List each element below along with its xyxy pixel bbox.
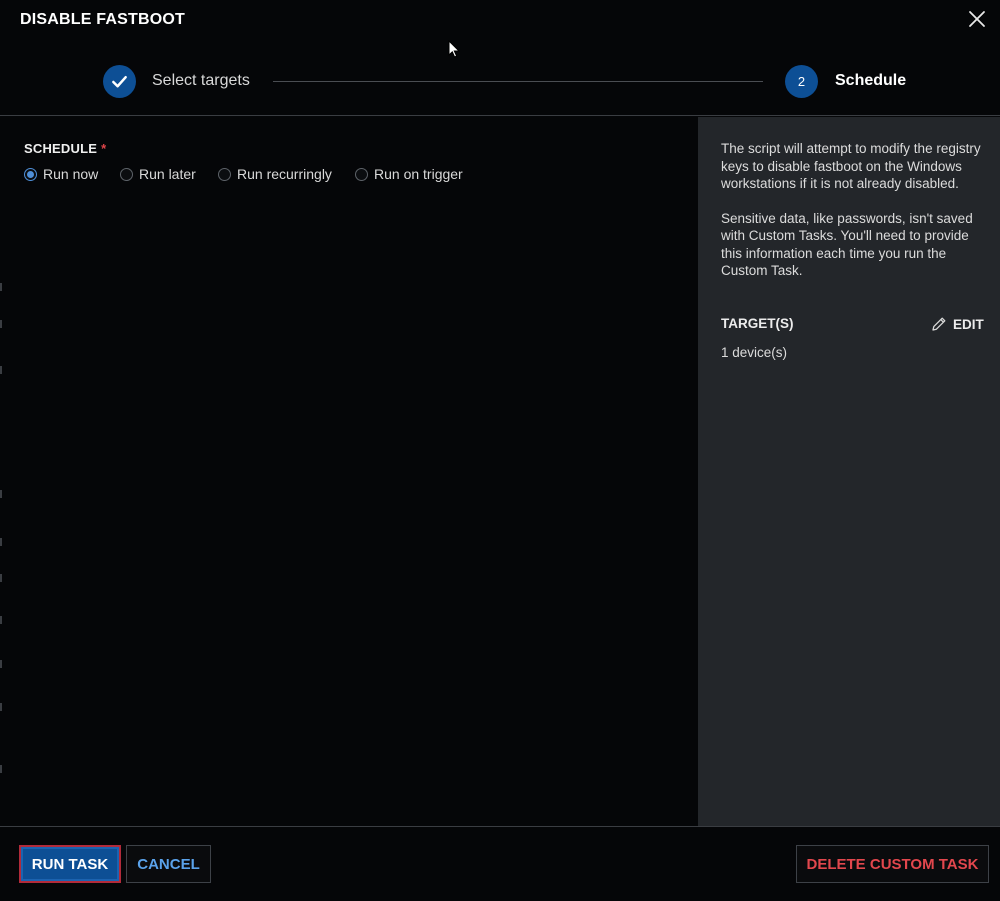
targets-count: 1 device(s) [721,345,788,360]
sensitive-data-note: Sensitive data, like passwords, isn't sa… [721,210,973,279]
pencil-icon [932,317,946,331]
task-info-panel: The script will attempt to modify the re… [698,117,1000,826]
run-task-button[interactable]: RUN TASK [19,845,121,883]
radio-button-checked[interactable] [24,167,37,181]
checkmark-icon [112,75,127,88]
radio-button[interactable] [120,167,133,181]
targets-heading: TARGET(S) [721,316,794,331]
close-button[interactable] [964,6,990,32]
dialog-title: DISABLE FASTBOOT [20,11,185,28]
radio-run-on-trigger-label[interactable]: Run on trigger [374,166,463,182]
edit-label[interactable]: EDIT [953,317,984,332]
edge-artifact [0,574,2,582]
radio-button[interactable] [218,167,231,181]
radio-run-recurringly[interactable]: Run recurringly [218,165,332,183]
edge-artifact [0,283,2,291]
required-marker: * [101,141,107,156]
task-description-block: The script will attempt to modify the re… [721,140,991,297]
radio-run-now[interactable]: Run now [24,165,98,183]
step-1-label[interactable]: Select targets [152,72,250,90]
step-2-indicator: 2 [785,65,818,98]
schedule-heading-text: SCHEDULE [24,141,98,156]
edge-artifact [0,616,2,624]
radio-run-on-trigger[interactable]: Run on trigger [355,165,463,183]
edge-artifact [0,320,2,328]
edge-artifact [0,703,2,711]
schedule-heading: SCHEDULE * [24,141,106,156]
radio-run-now-label[interactable]: Run now [43,166,98,182]
task-description: The script will attempt to modify the re… [721,141,981,191]
step-1-indicator[interactable] [103,65,136,98]
edge-artifact [0,538,2,546]
edge-artifact [0,366,2,374]
delete-custom-task-button[interactable]: DELETE CUSTOM TASK [796,845,989,883]
dialog-header: DISABLE FASTBOOT Select targets 2 Schedu… [0,0,1000,116]
mouse-pointer-icon [448,40,460,58]
edit-targets-button[interactable]: EDIT [930,314,984,334]
close-icon [969,11,985,27]
dialog-footer: RUN TASK CANCEL DELETE CUSTOM TASK [0,826,1000,901]
edge-artifact [0,660,2,668]
radio-run-later[interactable]: Run later [120,165,196,183]
radio-run-later-label[interactable]: Run later [139,166,196,182]
radio-button[interactable] [355,167,368,181]
stepper-connector [273,81,763,82]
radio-run-recurringly-label[interactable]: Run recurringly [237,166,332,182]
edge-artifact [0,765,2,773]
step-2-label: Schedule [835,72,907,89]
custom-task-dialog: DISABLE FASTBOOT Select targets 2 Schedu… [0,0,1000,901]
schedule-section: SCHEDULE * Run now Run later Run recurrin… [0,117,698,826]
cancel-button[interactable]: CANCEL [126,845,211,883]
edge-artifact [0,490,2,498]
